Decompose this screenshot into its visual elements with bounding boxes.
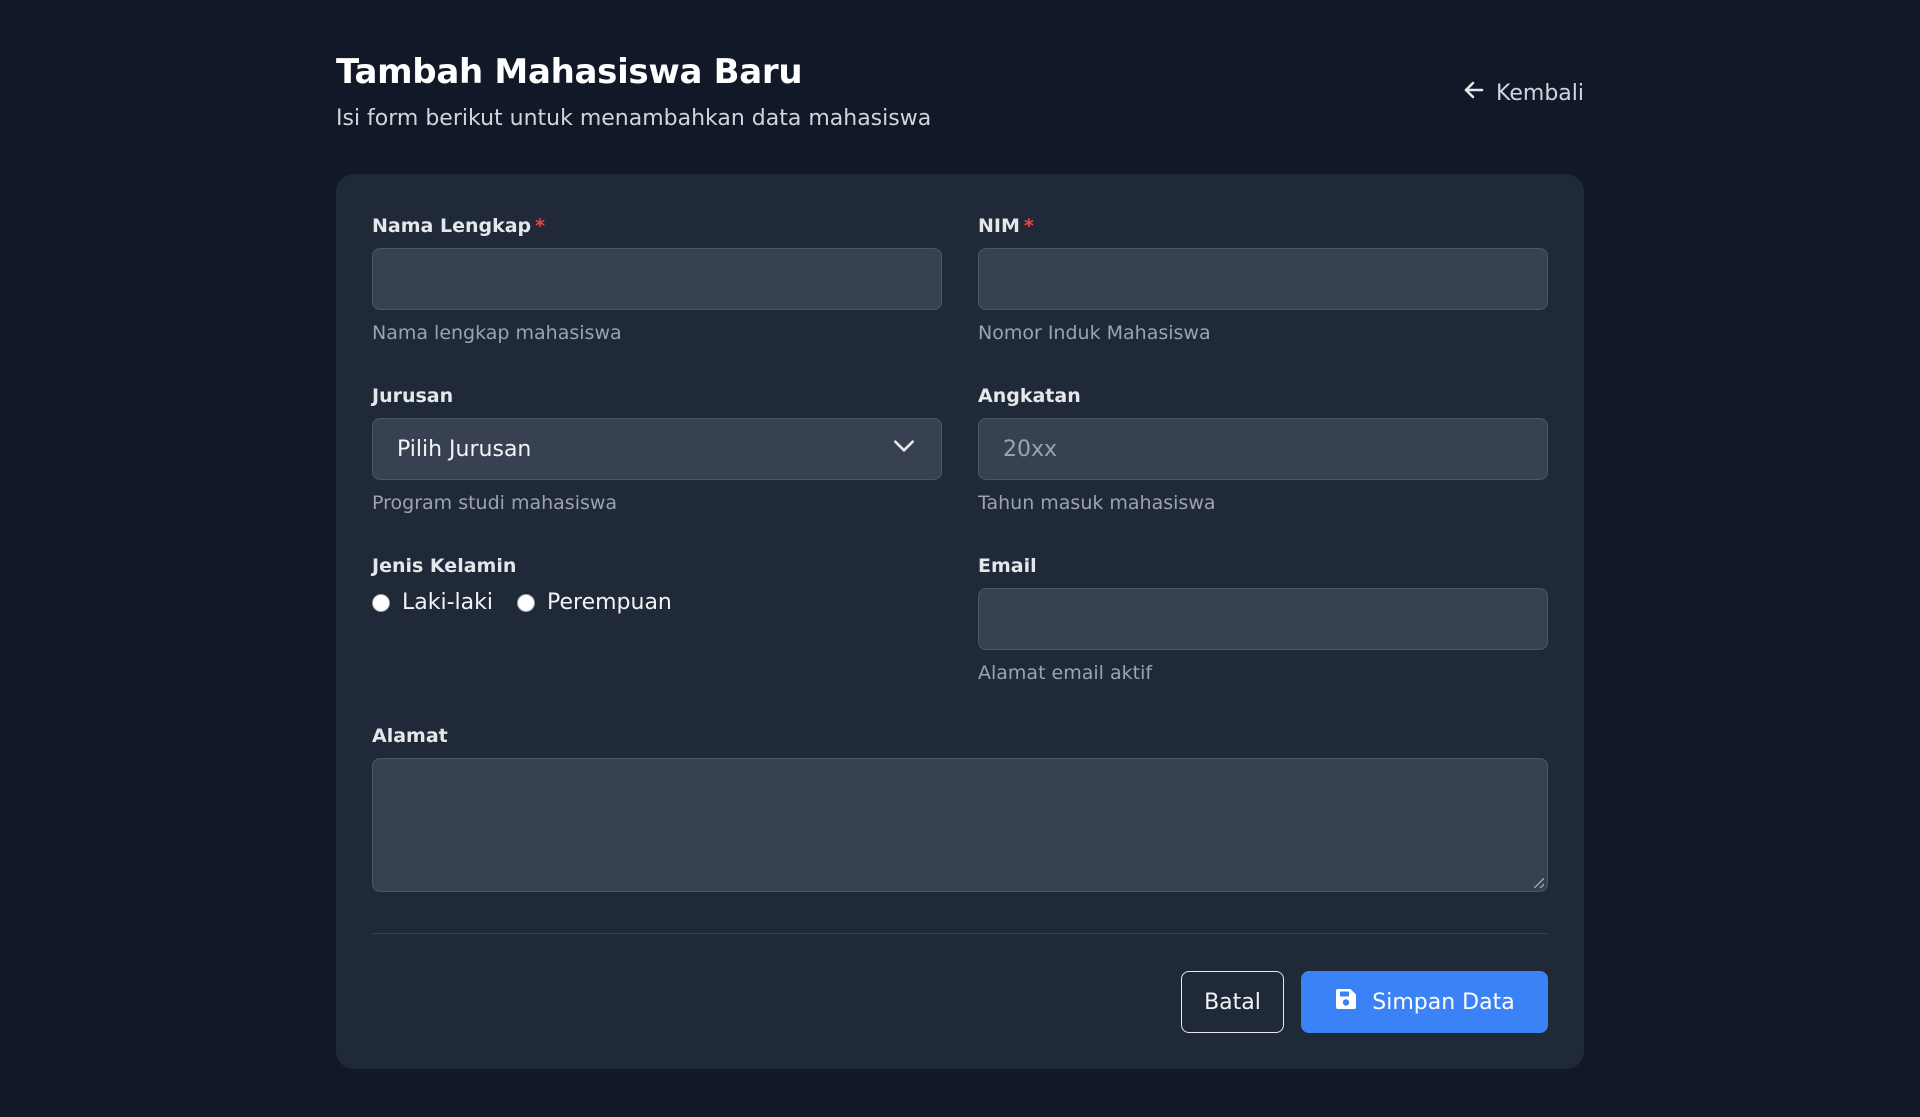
jenis-kelamin-radio-group: Laki-laki Perempuan <box>372 590 942 615</box>
nama-input[interactable] <box>372 248 942 310</box>
field-nim: NIM * Nomor Induk Mahasiswa <box>978 212 1548 344</box>
field-email: Email Alamat email aktif <box>978 552 1548 684</box>
nim-input[interactable] <box>978 248 1548 310</box>
jurusan-label: Jurusan <box>372 385 454 407</box>
angkatan-help: Tahun masuk mahasiswa <box>978 492 1216 514</box>
jurusan-help: Program studi mahasiswa <box>372 492 618 514</box>
field-angkatan: Angkatan 20xx Tahun masuk mahasiswa <box>978 382 1548 514</box>
save-button-label: Simpan Data <box>1372 989 1515 1015</box>
angkatan-input[interactable]: 20xx <box>978 418 1548 480</box>
page-subtitle: Isi form berikut untuk menambahkan data … <box>336 106 932 131</box>
form-card: Nama Lengkap * Nama lengkap mahasiswa NIM… <box>336 174 1584 1069</box>
email-label: Email <box>978 555 1037 577</box>
page-container: Tambah Mahasiswa Baru Isi form berikut u… <box>336 0 1584 1069</box>
email-input[interactable] <box>978 588 1548 650</box>
floppy-disk-icon <box>1334 987 1358 1017</box>
chevron-down-icon <box>891 433 917 465</box>
alamat-label: Alamat <box>372 725 448 747</box>
back-link-label: Kembali <box>1496 80 1584 106</box>
field-jurusan: Jurusan Pilih Jurusan Program studi maha… <box>372 382 942 514</box>
required-mark: * <box>1023 215 1034 237</box>
cancel-button[interactable]: Batal <box>1181 971 1284 1033</box>
nama-help: Nama lengkap mahasiswa <box>372 322 622 344</box>
jenis-kelamin-label: Jenis Kelamin <box>372 555 517 577</box>
angkatan-placeholder: 20xx <box>1003 436 1058 462</box>
jurusan-selected-value: Pilih Jurusan <box>397 436 532 462</box>
arrow-left-icon <box>1462 78 1486 108</box>
radio-label: Perempuan <box>546 590 672 615</box>
form-divider <box>372 933 1548 934</box>
radio-label: Laki-laki <box>402 590 493 615</box>
resize-handle-icon[interactable] <box>1534 878 1544 888</box>
save-button[interactable]: Simpan Data <box>1301 971 1548 1033</box>
radio-button[interactable] <box>516 593 535 612</box>
nama-label-text: Nama Lengkap <box>372 215 532 237</box>
alamat-textarea[interactable] <box>372 758 1548 892</box>
angkatan-label: Angkatan <box>978 385 1081 407</box>
field-jenis-kelamin: Jenis Kelamin Laki-laki Perempuan <box>372 552 942 615</box>
nim-label: NIM * <box>978 212 1548 240</box>
page-header: Tambah Mahasiswa Baru Isi form berikut u… <box>336 0 1584 174</box>
back-link[interactable]: Kembali <box>1462 78 1584 108</box>
radio-button[interactable] <box>372 593 390 612</box>
email-help: Alamat email aktif <box>978 662 1153 684</box>
radio-laki-laki[interactable]: Laki-laki <box>372 590 493 615</box>
page-title: Tambah Mahasiswa Baru <box>336 52 803 92</box>
jurusan-select[interactable]: Pilih Jurusan <box>372 418 942 480</box>
field-alamat: Alamat <box>372 722 1548 892</box>
nim-help: Nomor Induk Mahasiswa <box>978 322 1211 344</box>
nama-label: Nama Lengkap * <box>372 212 942 240</box>
nim-label-text: NIM <box>978 215 1020 237</box>
radio-perempuan[interactable]: Perempuan <box>516 590 672 615</box>
required-mark: * <box>535 215 546 237</box>
field-nama: Nama Lengkap * Nama lengkap mahasiswa <box>372 212 942 344</box>
